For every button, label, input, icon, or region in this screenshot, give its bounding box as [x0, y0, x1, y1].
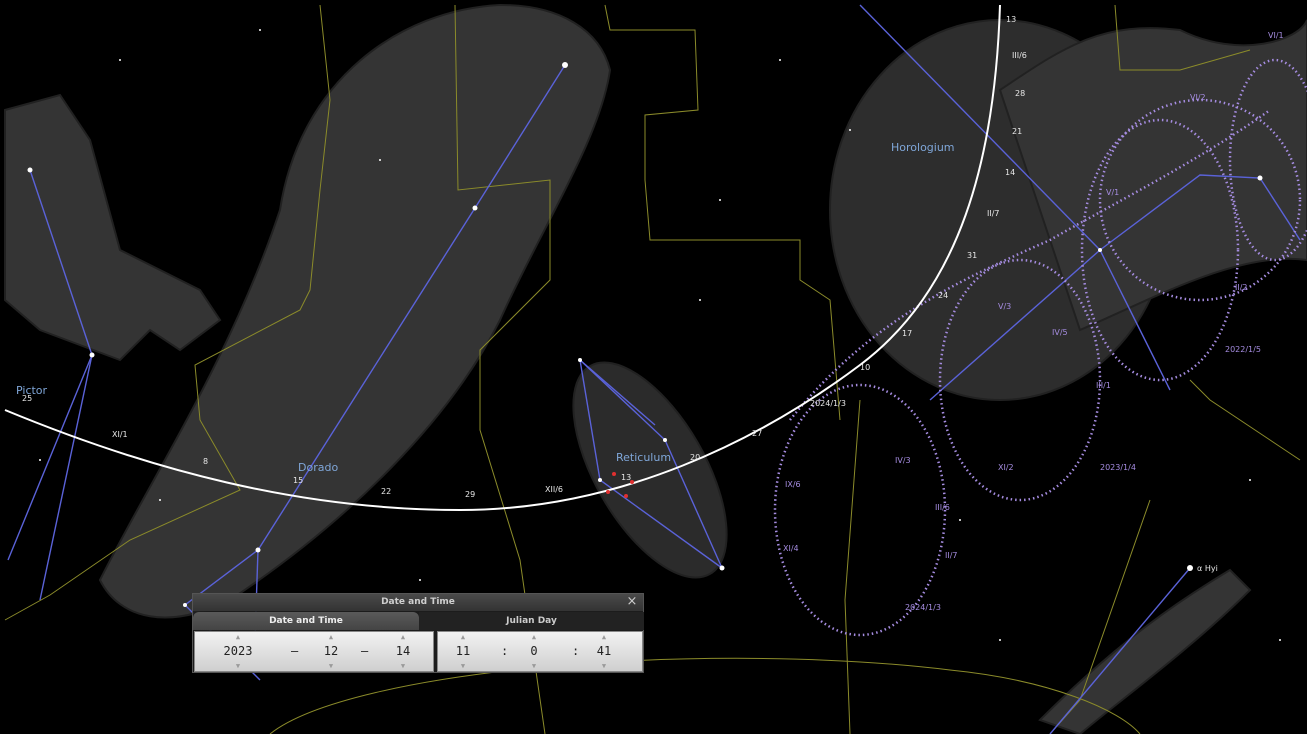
path-label: V/3 — [998, 302, 1011, 311]
path-label: VI/2 — [1190, 93, 1206, 102]
hour-spinbox[interactable]: ▲ 11 ▼ — [450, 632, 476, 671]
minute-down-arrow-icon[interactable]: ▼ — [522, 661, 546, 671]
path-label: IV/3 — [895, 456, 911, 465]
path-label: 13 — [1006, 15, 1016, 24]
day-spinbox[interactable]: ▲ 14 ▼ — [389, 632, 417, 671]
year-value[interactable]: 2023 — [217, 642, 259, 661]
day-up-arrow-icon[interactable]: ▲ — [389, 632, 417, 642]
month-spinbox[interactable]: ▲ 12 ▼ — [317, 632, 345, 671]
date-separator: – — [291, 644, 299, 658]
time-separator: : — [572, 644, 580, 658]
path-label: 17 — [902, 329, 912, 338]
star-label: α Hyi — [1197, 564, 1218, 573]
close-icon[interactable]: × — [625, 594, 639, 611]
constellation-label-dorado: Dorado — [298, 461, 338, 474]
path-label: IV/5 — [1052, 328, 1068, 337]
year-up-arrow-icon[interactable]: ▲ — [217, 632, 259, 642]
path-label: 25 — [22, 394, 32, 403]
path-label: 14 — [1005, 168, 1015, 177]
path-label: II/2 — [1235, 283, 1248, 292]
year-spinbox[interactable]: ▲ 2023 ▼ — [217, 632, 259, 671]
path-label: 20 — [690, 453, 700, 462]
path-label: III/1 — [1096, 381, 1111, 390]
day-down-arrow-icon[interactable]: ▼ — [389, 661, 417, 671]
path-label: II/7 — [987, 209, 1000, 218]
month-down-arrow-icon[interactable]: ▼ — [317, 661, 345, 671]
path-label: 28 — [1015, 89, 1025, 98]
path-label: 21 — [1012, 127, 1022, 136]
path-label: XI/1 — [112, 430, 128, 439]
path-label: 8 — [203, 457, 208, 466]
path-label: 15 — [293, 476, 303, 485]
second-up-arrow-icon[interactable]: ▲ — [590, 632, 618, 642]
path-label: 31 — [967, 251, 977, 260]
hour-up-arrow-icon[interactable]: ▲ — [450, 632, 476, 642]
path-label: IX/6 — [785, 480, 801, 489]
path-label: III/6 — [1012, 51, 1027, 60]
path-label: 2022/1/5 — [1225, 345, 1261, 354]
day-value[interactable]: 14 — [389, 642, 417, 661]
path-label: 24 — [938, 291, 948, 300]
year-down-arrow-icon[interactable]: ▼ — [217, 661, 259, 671]
dialog-tabs: Date and Time Julian Day — [193, 612, 644, 630]
minute-spinbox[interactable]: ▲ 0 ▼ — [522, 632, 546, 671]
time-fields: ▲ 11 ▼ : ▲ 0 ▼ : ▲ 41 ▼ — [437, 631, 643, 672]
date-fields: ▲ 2023 ▼ – ▲ 12 ▼ – ▲ 14 ▼ — [194, 631, 434, 672]
second-value[interactable]: 41 — [590, 642, 618, 661]
date-separator: – — [361, 644, 369, 658]
path-label: III/6 — [935, 503, 950, 512]
path-label: 13 — [621, 473, 631, 482]
path-label: 22 — [381, 487, 391, 496]
path-label: XI/2 — [998, 463, 1014, 472]
path-label: II/7 — [945, 551, 958, 560]
path-label: XI/4 — [783, 544, 799, 553]
dialog-title[interactable]: Date and Time — [193, 594, 643, 611]
path-label: V/1 — [1106, 188, 1119, 197]
path-label: 2024/1/3 — [810, 399, 846, 408]
path-label: VI/1 — [1268, 31, 1284, 40]
minute-up-arrow-icon[interactable]: ▲ — [522, 632, 546, 642]
second-spinbox[interactable]: ▲ 41 ▼ — [590, 632, 618, 671]
time-separator: : — [501, 644, 509, 658]
constellation-label-horologium: Horologium — [891, 141, 955, 154]
month-value[interactable]: 12 — [317, 642, 345, 661]
hour-down-arrow-icon[interactable]: ▼ — [450, 661, 476, 671]
month-up-arrow-icon[interactable]: ▲ — [317, 632, 345, 642]
second-down-arrow-icon[interactable]: ▼ — [590, 661, 618, 671]
minute-value[interactable]: 0 — [522, 642, 546, 661]
tab-julian-day[interactable]: Julian Day — [419, 612, 644, 630]
tab-date-and-time[interactable]: Date and Time — [193, 612, 419, 630]
path-label: 29 — [465, 490, 475, 499]
hour-value[interactable]: 11 — [450, 642, 476, 661]
path-label: 2024/1/3 — [905, 603, 941, 612]
path-label: 2023/1/4 — [1100, 463, 1136, 472]
path-label: 10 — [860, 363, 870, 372]
path-label: XII/6 — [545, 485, 563, 494]
date-time-dialog: Date and Time × Date and Time Julian Day… — [192, 593, 644, 673]
path-label: 27 — [752, 429, 762, 438]
constellation-label-reticulum: Reticulum — [616, 451, 671, 464]
